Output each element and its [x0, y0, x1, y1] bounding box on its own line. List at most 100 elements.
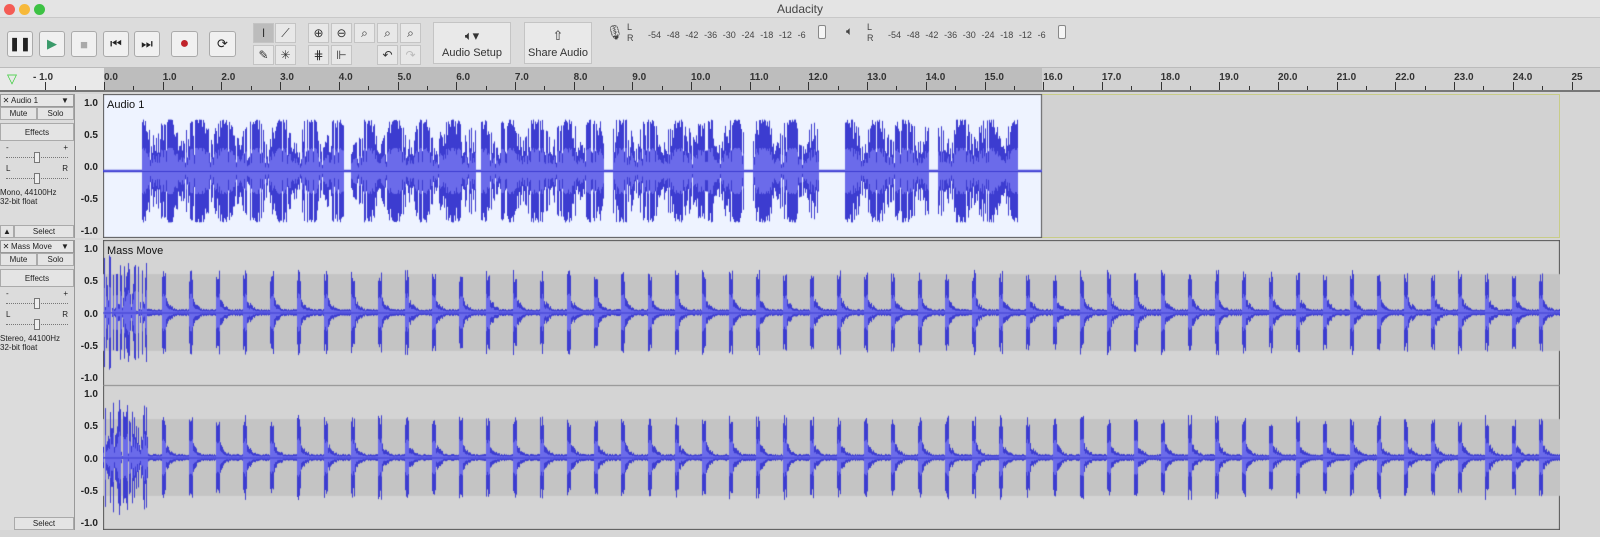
minimize-window-button[interactable]	[19, 4, 30, 15]
envelope-tool[interactable]: ⟋	[275, 23, 296, 43]
zoom-toggle-icon: ⌕	[407, 25, 414, 40]
maximize-window-button[interactable]	[34, 4, 45, 15]
pause-button[interactable]: ❚❚	[7, 31, 33, 57]
share-icon: ⇧	[552, 28, 564, 43]
selection-tool[interactable]: I	[253, 23, 274, 43]
collapse-icon[interactable]: ▲	[0, 225, 14, 238]
record-meter[interactable]: 🎙︎ L R -54 -48 -42 -36 -30 -24 -18 -12 -6	[606, 22, 836, 48]
ruler-label: 24.0	[1512, 72, 1533, 83]
track-sample-format: 32-bit float	[0, 343, 38, 352]
playback-meter[interactable]: 🔈︎ L R -54 -48 -42 -36 -30 -24 -18 -12 -6	[846, 22, 1076, 48]
pan-slider[interactable]	[6, 172, 68, 184]
meter-tick-label: -30	[962, 30, 976, 40]
ruler-tick	[250, 86, 252, 90]
trim-button[interactable]: ⋕	[308, 45, 329, 65]
ruler-tick	[1131, 86, 1133, 90]
solo-button[interactable]: Solo	[37, 253, 74, 266]
skip-end-button[interactable]: ⏭	[134, 31, 160, 57]
play-button[interactable]: ▶	[39, 31, 65, 57]
ruler-tick	[338, 82, 340, 90]
zoom-in-button[interactable]: ⊕	[308, 23, 329, 43]
pan-slider[interactable]	[6, 318, 68, 330]
ruler-tick	[514, 82, 516, 90]
gain-minus-label: -	[6, 143, 9, 152]
select-track-button[interactable]: Select	[14, 517, 74, 530]
meter-slider[interactable]	[1058, 25, 1066, 39]
meter-tick-label: -12	[1018, 30, 1032, 40]
track-name-menu[interactable]: Audio 1	[11, 96, 61, 105]
ruler-label: 23.0	[1454, 72, 1474, 83]
dropdown-arrow-icon[interactable]: ▼	[61, 242, 73, 251]
meter-tick-label: -48	[666, 30, 680, 40]
zoom-out-button[interactable]: ⊖	[331, 23, 352, 43]
undo-button[interactable]: ↶	[377, 45, 398, 65]
trim-icon: ⋕	[313, 48, 324, 62]
ruler-label: 21.0	[1336, 72, 1357, 83]
zoom-toggle-button[interactable]: ⌕	[400, 23, 421, 43]
multi-tool[interactable]: ✳	[275, 45, 296, 65]
gain-slider[interactable]	[6, 297, 68, 309]
effects-button[interactable]: Effects	[0, 123, 74, 141]
play-head-icon[interactable]: ▽	[7, 71, 17, 87]
scale-label: 0.0	[84, 162, 98, 173]
ruler-label: 17.0	[1101, 72, 1122, 83]
stop-button[interactable]: ■	[71, 31, 97, 57]
ruler-tick	[1278, 82, 1279, 90]
fit-selection-button[interactable]: ⌕	[354, 23, 375, 43]
ruler-tick	[1160, 82, 1162, 90]
clip-name[interactable]: Audio 1	[107, 99, 144, 111]
ruler-tick	[661, 86, 663, 90]
effects-button[interactable]: Effects	[0, 269, 74, 287]
waveform[interactable]	[103, 240, 1560, 530]
solo-button[interactable]: Solo	[37, 107, 74, 120]
record-button[interactable]: ●	[171, 31, 198, 57]
fit-project-button[interactable]: ⌕	[377, 23, 398, 43]
ruler-tick	[104, 82, 105, 90]
close-track-icon[interactable]: ✕	[1, 96, 11, 105]
share-audio-button[interactable]: ⇧ Share Audio	[524, 22, 592, 64]
track-control-panel[interactable]: ✕ Mass Move ▼ Mute Solo Effects - + L R Stere…	[0, 240, 75, 530]
mute-button[interactable]: Mute	[0, 253, 37, 266]
mute-button[interactable]: Mute	[0, 107, 37, 120]
meter-tick-label: -12	[778, 30, 792, 40]
scale-label: -0.5	[80, 194, 98, 205]
dropdown-arrow-icon[interactable]: ▼	[61, 96, 73, 105]
timeline-ruler[interactable]: ▽ - 1.0 0.0 1.0 2.0 3.0 4.0 5.0 6.0 7.0 8.0 9.0 10.…	[0, 68, 1600, 92]
meter-tick-label: -48	[906, 30, 920, 40]
scale-label: 0.5	[84, 421, 98, 433]
track-control-panel[interactable]: ✕ Audio 1 ▼ Mute Solo Effects - + L R Mono, 4…	[0, 94, 75, 238]
gain-slider[interactable]	[6, 151, 68, 163]
ruler-label: 3.0	[280, 72, 294, 83]
ruler-label: 12.0	[808, 72, 828, 83]
ruler-tick	[74, 86, 76, 90]
pause-icon: ❚❚	[9, 36, 31, 51]
meter-tick-label: -24	[981, 30, 995, 40]
ruler-tick	[602, 86, 604, 90]
meter-tick-label: -36	[704, 30, 718, 40]
meter-tick-label: -6	[797, 30, 806, 40]
asterisk-icon: ✳	[280, 48, 291, 62]
pan-left-label: L	[6, 310, 11, 319]
vertical-scale[interactable]: 1.0 0.5 0.0 -0.5 -1.0	[75, 94, 103, 238]
audio-setup-button[interactable]: 🔈︎▾ Audio Setup	[433, 22, 511, 64]
meter-tick-label: -18	[1000, 30, 1014, 40]
ruler-tick	[1043, 82, 1045, 90]
track-name-menu[interactable]: Mass Move	[11, 242, 61, 251]
ruler-label: 7.0	[514, 72, 529, 83]
close-window-button[interactable]	[4, 4, 15, 15]
loop-button[interactable]: ⟳	[209, 31, 236, 57]
silence-button[interactable]: ⊩	[331, 45, 352, 65]
vertical-scale[interactable]: 1.0 0.5 0.0 -0.5 -1.0 1.0 0.5 0.0 -0.5 -1.0	[75, 240, 103, 530]
close-track-icon[interactable]: ✕	[1, 242, 11, 251]
redo-button[interactable]: ↷	[400, 45, 421, 65]
waveform[interactable]	[103, 94, 1560, 238]
ruler-tick	[779, 86, 781, 90]
ruler-tick	[1219, 82, 1221, 90]
ruler-tick	[1512, 82, 1514, 90]
clip-name[interactable]: Mass Move	[107, 245, 163, 257]
skip-start-button[interactable]: ⏮	[103, 31, 129, 57]
draw-tool[interactable]: ✎	[253, 45, 274, 65]
select-track-button[interactable]: Select	[14, 225, 74, 238]
meter-slider[interactable]	[818, 25, 826, 39]
ruler-tick	[1248, 86, 1250, 90]
